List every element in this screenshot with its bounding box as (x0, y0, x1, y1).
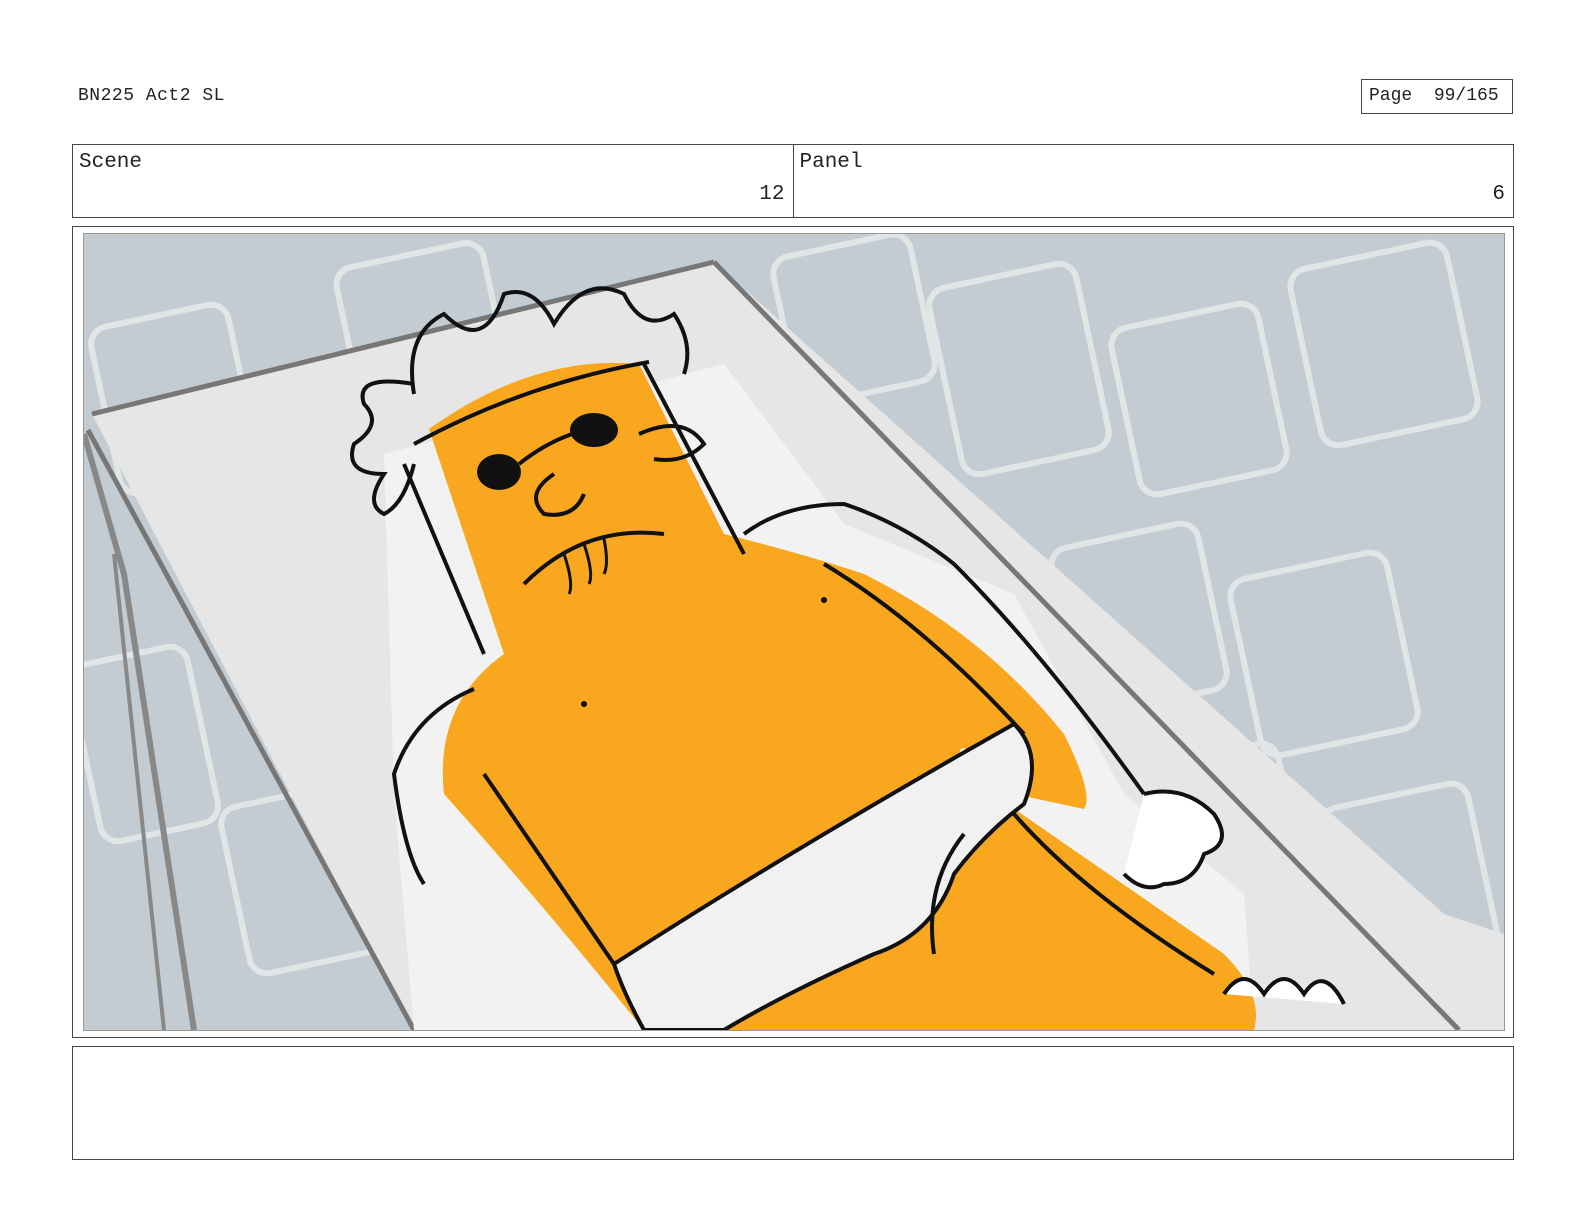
doc-title: BN225 Act2 SL (78, 86, 225, 106)
chest-mark-2 (581, 701, 587, 707)
scene-label: Scene (79, 151, 143, 174)
chest-mark-1 (821, 597, 827, 603)
notes-box (72, 1046, 1514, 1160)
panel-label: Panel (799, 151, 863, 174)
scene-panel-row: Scene 12 Panel 6 (72, 144, 1514, 218)
scene-value: 12 (759, 183, 785, 206)
sunglasses-right-lens (570, 413, 618, 447)
page-number: 99/165 (1433, 86, 1499, 106)
panel-value: 6 (1492, 183, 1505, 206)
storyboard-frame (72, 226, 1514, 1038)
sunglasses-left-lens (477, 454, 521, 490)
page-label: Page (1369, 86, 1413, 106)
storyboard-sketch (84, 234, 1504, 1030)
storyboard-image (83, 233, 1505, 1031)
page-indicator: Page 99/165 (1361, 79, 1513, 114)
panel-cell: Panel 6 (792, 145, 1514, 217)
scene-cell: Scene 12 (73, 145, 793, 217)
